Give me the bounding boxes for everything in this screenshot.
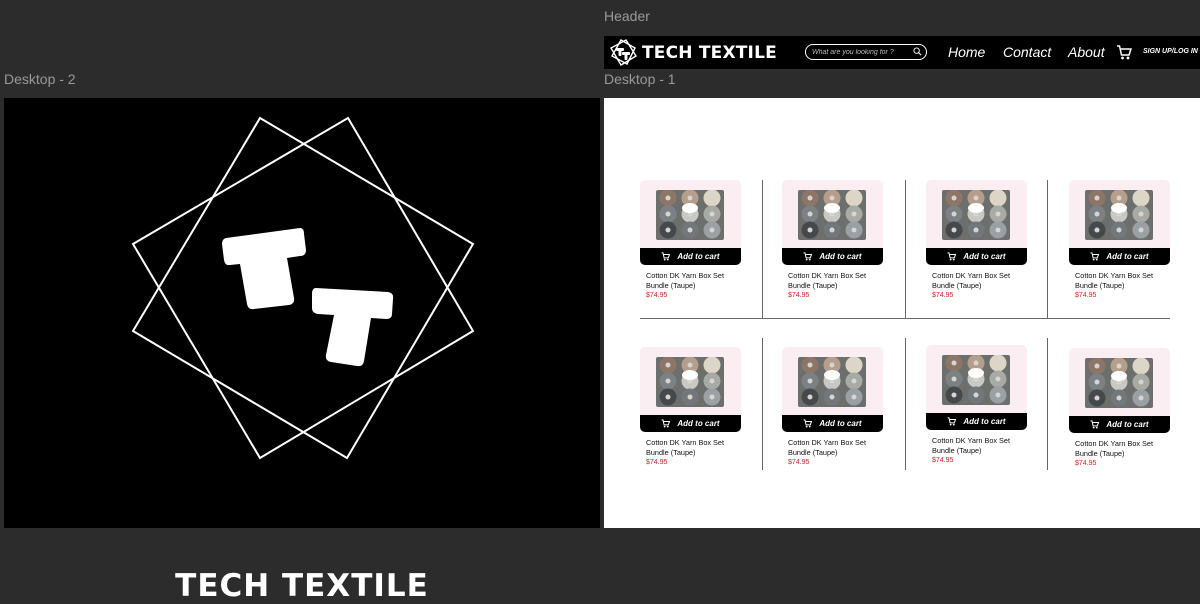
add-to-cart-button[interactable]: Add to cart [1069, 248, 1170, 265]
desktop-1-frame-label: Desktop - 1 [604, 71, 676, 87]
product-name[interactable]: Cotton DK Yarn Box Set Bundle (Taupe) [932, 271, 1027, 291]
tech-textile-logo-icon [131, 116, 475, 460]
grid-divider [905, 180, 906, 318]
product-image[interactable] [1069, 348, 1170, 416]
brand-logo[interactable]: TECH TEXTILE [608, 39, 777, 67]
shopping-cart-icon [1090, 252, 1100, 261]
shopping-cart-icon [661, 419, 671, 428]
yarn-box-image [1085, 358, 1153, 408]
grid-divider [762, 338, 763, 470]
shopping-cart-icon [803, 252, 813, 261]
product-image[interactable] [782, 180, 883, 248]
add-to-cart-button[interactable]: Add to cart [782, 248, 883, 265]
product-price: $74.95 [932, 292, 954, 299]
product-name[interactable]: Cotton DK Yarn Box Set Bundle (Taupe) [932, 436, 1027, 456]
add-to-cart-label: Add to cart [677, 252, 720, 261]
grid-divider [1047, 338, 1048, 470]
product-image[interactable] [640, 347, 741, 415]
shopping-cart-icon [1090, 420, 1100, 429]
add-to-cart-label: Add to cart [819, 419, 862, 428]
product-price: $74.95 [788, 292, 810, 299]
add-to-cart-button[interactable]: Add to cart [1069, 416, 1170, 433]
product-name[interactable]: Cotton DK Yarn Box Set Bundle (Taupe) [788, 438, 883, 458]
add-to-cart-button[interactable]: Add to cart [782, 415, 883, 432]
add-to-cart-button[interactable]: Add to cart [640, 415, 741, 432]
tech-textile-logo-icon [610, 39, 637, 66]
shopping-cart-icon [661, 252, 671, 261]
product-price: $74.95 [932, 457, 954, 464]
yarn-box-image [798, 357, 866, 407]
add-to-cart-label: Add to cart [819, 252, 862, 261]
product-price: $74.95 [1075, 292, 1097, 299]
add-to-cart-label: Add to cart [963, 417, 1006, 426]
yarn-box-image [798, 190, 866, 240]
shopping-cart-icon[interactable] [1116, 45, 1132, 60]
shopping-cart-icon [803, 419, 813, 428]
product-price: $74.95 [788, 459, 810, 466]
add-to-cart-button[interactable]: Add to cart [926, 248, 1027, 265]
search-input[interactable] [812, 46, 912, 58]
yarn-box-image [942, 190, 1010, 240]
desktop-2-frame-label: Desktop - 2 [4, 71, 76, 87]
search-box[interactable] [805, 44, 927, 60]
product-price: $74.95 [646, 292, 668, 299]
grid-divider [762, 180, 763, 318]
grid-divider [905, 338, 906, 470]
grid-divider [640, 318, 1170, 319]
search-icon[interactable] [913, 47, 922, 56]
product-name[interactable]: Cotton DK Yarn Box Set Bundle (Taupe) [1075, 271, 1170, 291]
product-name[interactable]: Cotton DK Yarn Box Set Bundle (Taupe) [646, 271, 741, 291]
brand-name: TECH TEXTILE [642, 43, 777, 63]
add-to-cart-label: Add to cart [1106, 420, 1149, 429]
shopping-cart-icon [947, 252, 957, 261]
logo-screen: TECH TEXTILE [4, 98, 600, 604]
add-to-cart-button[interactable]: Add to cart [926, 413, 1027, 430]
product-name[interactable]: Cotton DK Yarn Box Set Bundle (Taupe) [646, 438, 741, 458]
yarn-box-image [1085, 190, 1153, 240]
add-to-cart-label: Add to cart [963, 252, 1006, 261]
product-price: $74.95 [646, 459, 668, 466]
add-to-cart-label: Add to cart [1106, 252, 1149, 261]
signup-login-link[interactable]: SIGN UP/LOG IN [1143, 48, 1198, 55]
product-image[interactable] [926, 180, 1027, 248]
product-price: $74.95 [1075, 460, 1097, 467]
nav-home-link[interactable]: Home [948, 44, 985, 60]
product-image[interactable] [1069, 180, 1170, 248]
add-to-cart-label: Add to cart [677, 419, 720, 428]
add-to-cart-button[interactable]: Add to cart [640, 248, 741, 265]
yarn-box-image [942, 355, 1010, 405]
grid-divider [1047, 180, 1048, 318]
product-name[interactable]: Cotton DK Yarn Box Set Bundle (Taupe) [788, 271, 883, 291]
product-image[interactable] [926, 345, 1027, 413]
product-image[interactable] [640, 180, 741, 248]
product-grid-screen: Add to cart Cotton DK Yarn Box Set Bundl… [604, 98, 1200, 528]
nav-about-link[interactable]: About [1068, 44, 1105, 60]
header-frame-label: Header [604, 8, 650, 24]
product-image[interactable] [782, 347, 883, 415]
shopping-cart-icon [947, 417, 957, 426]
yarn-box-image [656, 190, 724, 240]
product-name[interactable]: Cotton DK Yarn Box Set Bundle (Taupe) [1075, 439, 1170, 459]
brand-name-heading: TECH TEXTILE [175, 568, 429, 604]
yarn-box-image [656, 357, 724, 407]
header-bar: TECH TEXTILE Home Contact About SIGN UP/… [604, 36, 1200, 69]
nav-contact-link[interactable]: Contact [1003, 44, 1051, 60]
